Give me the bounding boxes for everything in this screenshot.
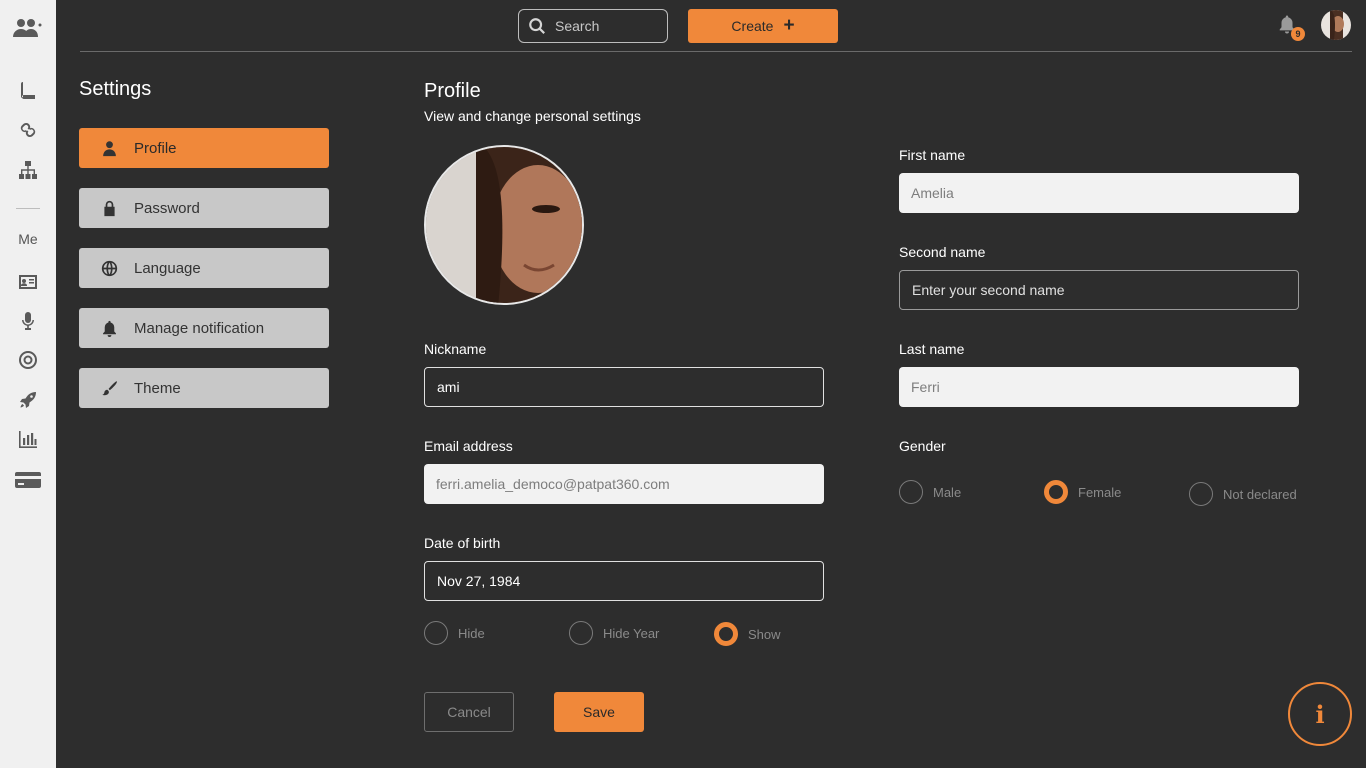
- cancel-button[interactable]: Cancel: [424, 692, 514, 732]
- nickname-label: Nickname: [424, 341, 487, 357]
- dob-hide-radio[interactable]: Hide: [424, 621, 485, 645]
- dob-show-radio[interactable]: Show: [714, 622, 781, 646]
- icon-rail: Me: [0, 0, 56, 768]
- microphone-icon[interactable]: [16, 309, 40, 333]
- last-name-label: Last name: [899, 341, 965, 357]
- last-name-input[interactable]: Ferri: [899, 367, 1299, 407]
- create-button-label: Create: [731, 18, 774, 34]
- profile-subtitle: View and change personal settings: [424, 108, 641, 124]
- radio-circle-selected: [714, 622, 738, 646]
- save-button[interactable]: Save: [554, 692, 644, 732]
- email-input[interactable]: ferri.amelia_democo@patpat360.com: [424, 464, 824, 504]
- contact-card-icon[interactable]: [16, 270, 40, 294]
- credit-card-icon[interactable]: [14, 468, 42, 492]
- info-button[interactable]: i: [1288, 682, 1352, 746]
- radio-label: Hide: [458, 625, 485, 641]
- link-icon[interactable]: [16, 118, 40, 142]
- email-label: Email address: [424, 438, 513, 454]
- search-icon: [529, 18, 545, 34]
- radio-circle: [1189, 482, 1213, 506]
- user-avatar[interactable]: [1321, 10, 1351, 40]
- target-icon[interactable]: [16, 348, 40, 372]
- radio-label: Hide Year: [603, 625, 660, 641]
- second-name-label: Second name: [899, 244, 986, 260]
- rail-section-label: Me: [18, 231, 38, 247]
- settings-nav-language[interactable]: Language: [79, 248, 329, 288]
- gender-female-radio[interactable]: Female: [1044, 480, 1121, 504]
- brush-icon: [100, 379, 118, 397]
- radio-circle: [424, 621, 448, 645]
- first-name-label: First name: [899, 147, 966, 163]
- notification-count-badge: 9: [1291, 27, 1305, 41]
- dob-input[interactable]: Nov 27, 1984: [424, 561, 824, 601]
- rail-divider: [16, 208, 40, 209]
- settings-nav-label: Profile: [134, 139, 177, 157]
- user-icon: [100, 139, 118, 157]
- book-icon[interactable]: [16, 78, 40, 102]
- radio-circle: [569, 621, 593, 645]
- settings-nav-notification[interactable]: Manage notification: [79, 308, 329, 348]
- gender-not-declared-radio[interactable]: Not declared: [1189, 482, 1297, 506]
- profile-photo[interactable]: [424, 145, 584, 305]
- radio-circle: [899, 480, 923, 504]
- settings-nav-label: Manage notification: [134, 319, 265, 337]
- lock-icon: [100, 199, 118, 217]
- create-button[interactable]: Create +: [688, 9, 838, 43]
- gender-male-radio[interactable]: Male: [899, 480, 961, 504]
- radio-circle-selected: [1044, 480, 1068, 504]
- search-box[interactable]: Search: [518, 9, 668, 43]
- settings-nav-theme[interactable]: Theme: [79, 368, 329, 408]
- radio-label: Male: [933, 484, 962, 500]
- settings-nav-label: Language: [134, 259, 201, 277]
- rocket-icon[interactable]: [16, 388, 40, 412]
- bell-icon: [100, 319, 118, 337]
- plus-icon: +: [783, 15, 795, 36]
- settings-nav-password[interactable]: Password: [79, 188, 329, 228]
- second-name-input[interactable]: Enter your second name: [899, 270, 1299, 310]
- radio-label: Female: [1078, 484, 1122, 500]
- search-placeholder: Search: [555, 18, 600, 34]
- top-divider: [80, 51, 1352, 52]
- team-icon[interactable]: [12, 16, 44, 40]
- globe-icon: [100, 259, 118, 277]
- settings-title: Settings: [79, 78, 152, 100]
- first-name-input[interactable]: Amelia: [899, 173, 1299, 213]
- info-icon: i: [1315, 699, 1325, 729]
- dob-hide-year-radio[interactable]: Hide Year: [569, 621, 659, 645]
- nickname-input[interactable]: ami: [424, 367, 824, 407]
- radio-label: Show: [748, 626, 781, 642]
- profile-title: Profile: [424, 80, 481, 102]
- dob-label: Date of birth: [424, 535, 501, 551]
- settings-nav-profile[interactable]: Profile: [79, 128, 329, 168]
- org-chart-icon[interactable]: [16, 158, 40, 182]
- bar-chart-icon[interactable]: [16, 427, 40, 451]
- settings-nav-label: Theme: [134, 379, 181, 397]
- radio-label: Not declared: [1223, 486, 1297, 502]
- gender-label: Gender: [899, 438, 946, 454]
- settings-nav-label: Password: [134, 199, 200, 217]
